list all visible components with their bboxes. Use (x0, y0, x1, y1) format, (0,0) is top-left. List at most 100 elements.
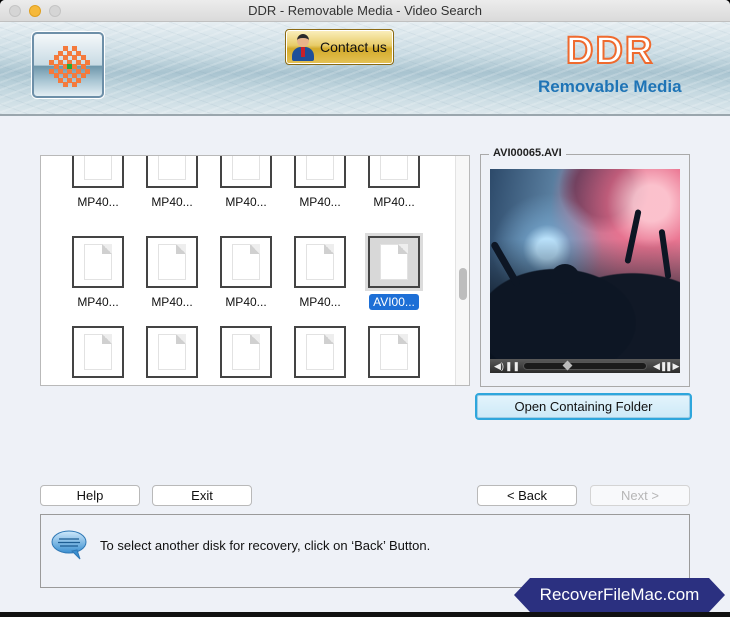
file-item[interactable]: MP40... (209, 236, 283, 310)
file-item[interactable] (209, 326, 283, 378)
file-name[interactable]: MP40... (221, 194, 270, 210)
document-icon (84, 244, 112, 280)
file-item[interactable] (283, 326, 357, 378)
file-name[interactable]: MP40... (295, 294, 344, 310)
file-thumbnail[interactable] (368, 156, 420, 188)
file-item[interactable]: MP40... (135, 156, 209, 210)
video-frame-crowd (490, 239, 680, 359)
help-button[interactable]: Help (40, 485, 140, 506)
person-icon (292, 33, 314, 61)
contact-us-button[interactable]: Contact us (285, 29, 394, 65)
file-name[interactable]: MP40... (295, 194, 344, 210)
preview-group: AVI00065.AVI ◀) ❚❚ ◀❚ ❚▶ (480, 147, 690, 387)
file-thumbnail[interactable] (294, 236, 346, 288)
file-thumbnail[interactable] (368, 236, 420, 288)
file-thumbnail[interactable] (220, 156, 272, 188)
file-item[interactable] (135, 326, 209, 378)
logo-tile (85, 68, 90, 74)
file-name[interactable]: MP40... (369, 194, 418, 210)
file-name[interactable]: MP40... (73, 194, 122, 210)
close-window-button[interactable] (9, 5, 21, 17)
file-grid-panel: MP40... MP40... MP40... MP40... MP40... MP40.… (40, 155, 470, 386)
maximize-window-button[interactable] (49, 5, 61, 17)
file-item[interactable]: MP40... (61, 156, 135, 210)
file-thumbnail[interactable] (72, 156, 124, 188)
document-icon (380, 244, 408, 280)
minimize-window-button[interactable] (29, 5, 41, 17)
document-icon (380, 156, 408, 180)
file-item[interactable] (357, 326, 431, 378)
file-item[interactable]: AVI00... (357, 236, 431, 310)
window-title: DDR - Removable Media - Video Search (248, 3, 482, 18)
logo-tile (76, 77, 81, 83)
file-thumbnail[interactable] (294, 156, 346, 188)
next-button[interactable]: Next > (590, 485, 690, 506)
document-icon (232, 156, 260, 180)
file-name[interactable]: MP40... (147, 194, 196, 210)
file-thumbnail[interactable] (294, 326, 346, 378)
file-thumbnail[interactable] (72, 236, 124, 288)
logo-tile (80, 73, 86, 78)
brand-name: DDR (565, 29, 655, 73)
file-name[interactable]: MP40... (73, 294, 122, 310)
file-item[interactable]: MP40... (209, 156, 283, 210)
video-frame-head (550, 264, 580, 294)
message-panel: To select another disk for recovery, cli… (40, 514, 690, 588)
speech-bubble-icon (51, 530, 87, 560)
document-icon (158, 244, 186, 280)
document-icon (84, 156, 112, 180)
file-item[interactable] (61, 326, 135, 378)
title-bar: DDR - Removable Media - Video Search (0, 0, 730, 22)
logo-tile (62, 82, 68, 87)
exit-button[interactable]: Exit (152, 485, 252, 506)
file-item[interactable]: MP40... (357, 156, 431, 210)
file-item[interactable]: MP40... (135, 236, 209, 310)
open-containing-folder-button[interactable]: Open Containing Folder (475, 393, 692, 420)
seek-bar[interactable] (523, 360, 647, 371)
document-icon (306, 156, 334, 180)
header-banner: Contact us DDR Removable Media (0, 22, 730, 116)
logo-tile (85, 59, 90, 65)
step-forward-icon[interactable]: ❚▶ (665, 361, 679, 372)
document-icon (84, 334, 112, 370)
preview-file-name: AVI00065.AVI (489, 147, 566, 159)
bottom-edge (0, 612, 730, 617)
speaker-icon[interactable]: ◀) (493, 361, 505, 372)
vertical-scrollbar[interactable] (455, 156, 469, 385)
file-name[interactable]: MP40... (221, 294, 270, 310)
step-back-icon[interactable]: ◀❚ (653, 361, 667, 372)
file-item[interactable]: MP40... (283, 156, 357, 210)
document-icon (232, 334, 260, 370)
contact-us-label: Contact us (320, 39, 387, 55)
document-icon (380, 334, 408, 370)
brand-subtitle: Removable Media (538, 77, 682, 96)
player-controls: ◀) ❚❚ ◀❚ ❚▶ (490, 359, 680, 373)
file-thumbnail[interactable] (220, 236, 272, 288)
seek-knob[interactable] (562, 360, 573, 371)
file-name[interactable]: AVI00... (369, 294, 419, 310)
file-item[interactable]: MP40... (283, 236, 357, 310)
app-logo (32, 32, 104, 98)
scrollbar-thumb[interactable] (459, 268, 467, 300)
document-icon (306, 244, 334, 280)
document-icon (158, 334, 186, 370)
file-thumbnail[interactable] (146, 326, 198, 378)
file-thumbnail[interactable] (146, 236, 198, 288)
logo-tile (71, 82, 77, 87)
status-message: To select another disk for recovery, cli… (100, 538, 431, 553)
logo-mosaic-icon (49, 46, 90, 87)
video-preview[interactable] (490, 169, 680, 359)
document-icon (158, 156, 186, 180)
document-icon (232, 244, 260, 280)
document-icon (306, 334, 334, 370)
back-button[interactable]: < Back (477, 485, 577, 506)
file-item[interactable]: MP40... (61, 236, 135, 310)
watermark-badge: RecoverFileMac.com (514, 578, 725, 612)
file-thumbnail[interactable] (220, 326, 272, 378)
pause-icon[interactable]: ❚❚ (505, 361, 520, 372)
app-window: DDR - Removable Media - Video Search Con… (0, 0, 730, 617)
file-thumbnail[interactable] (72, 326, 124, 378)
file-thumbnail[interactable] (146, 156, 198, 188)
file-name[interactable]: MP40... (147, 294, 196, 310)
file-thumbnail[interactable] (368, 326, 420, 378)
